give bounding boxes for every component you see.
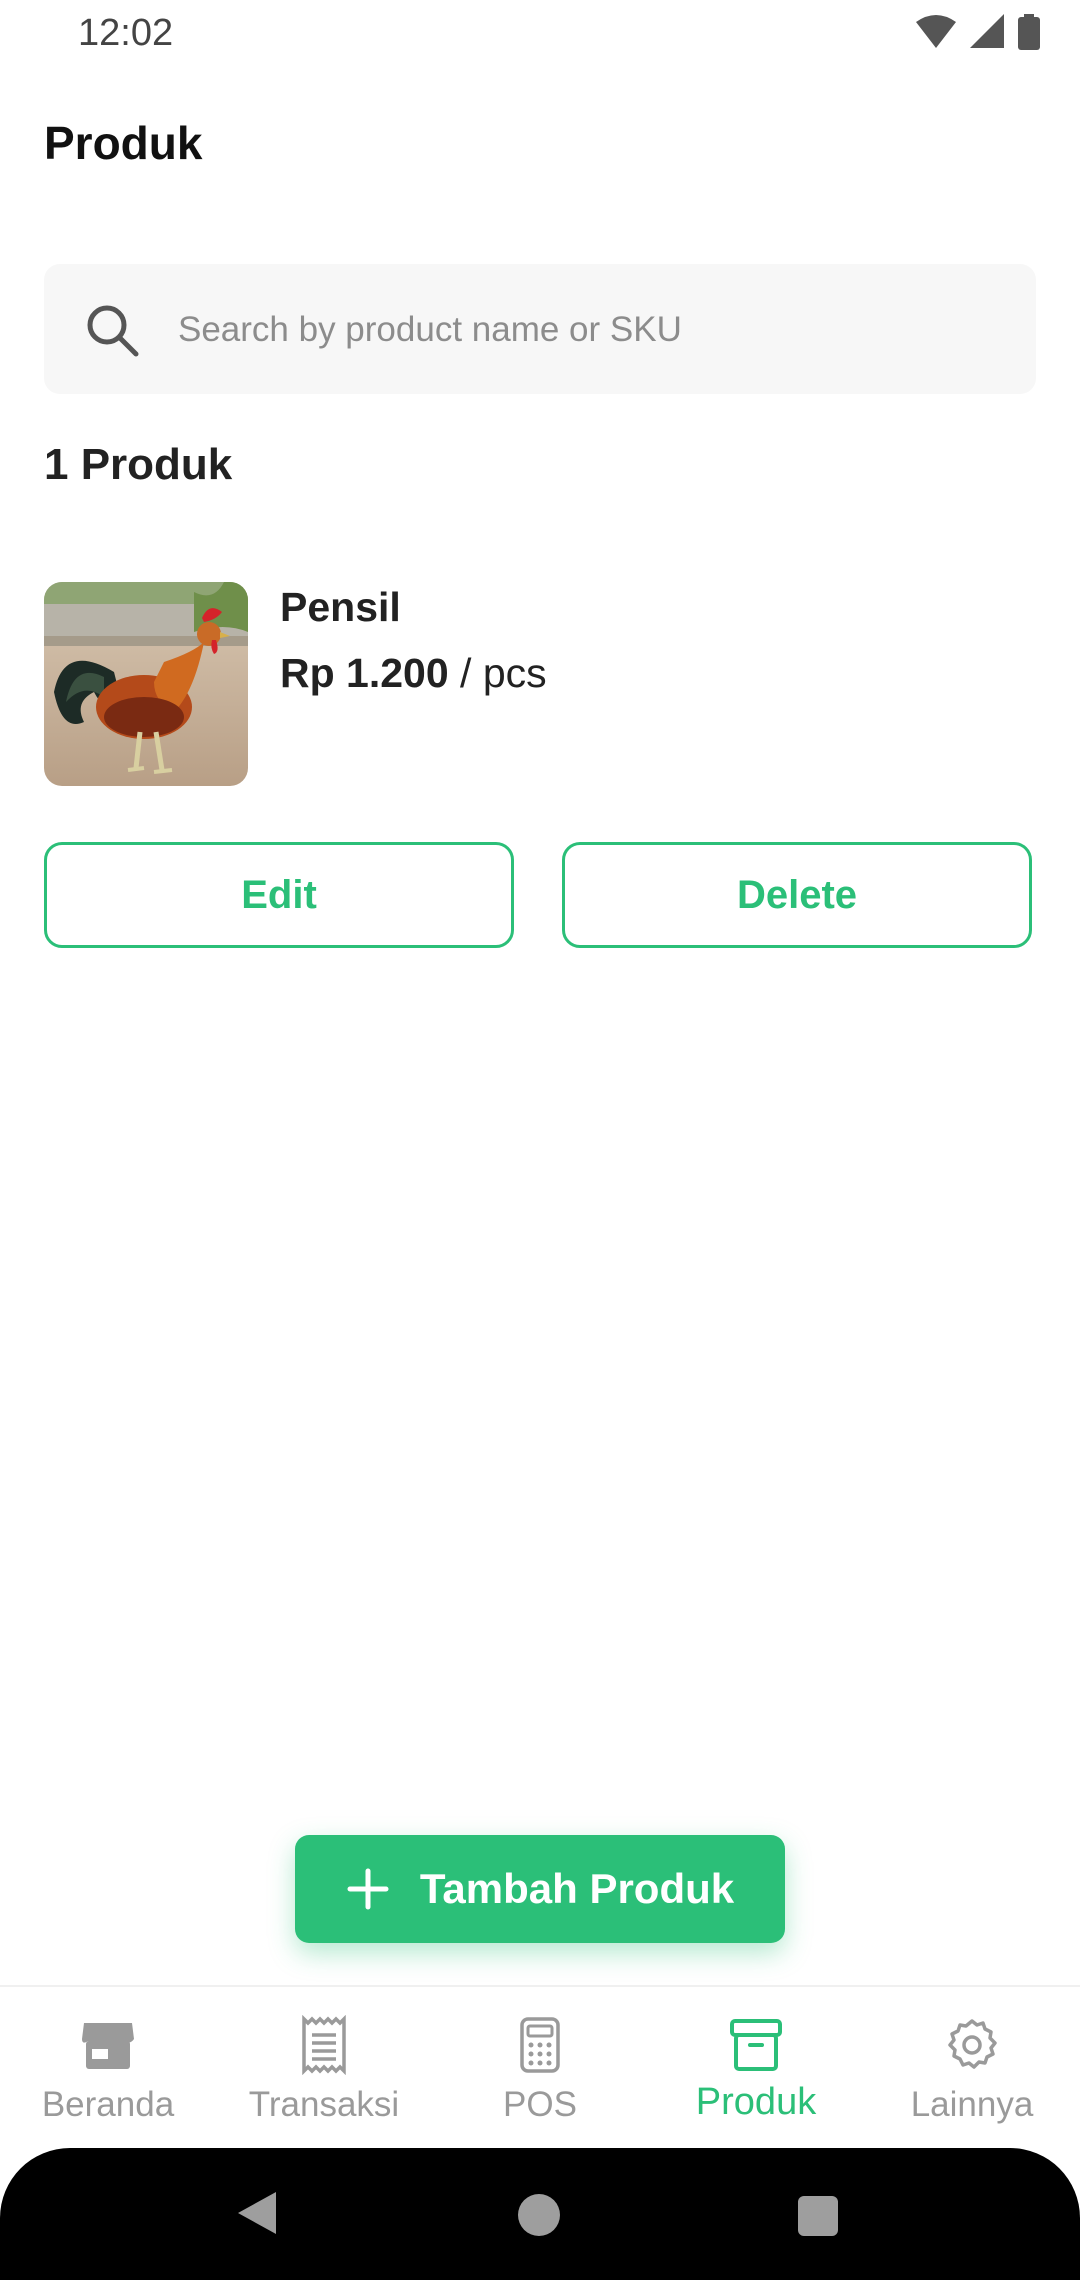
page-title: Produk [44,117,203,169]
nav-item-transaksi[interactable]: Transaksi [216,1987,432,2150]
back-icon[interactable] [234,2188,280,2238]
nav-label: POS [503,2085,577,2124]
nav-label: Lainnya [910,2085,1034,2124]
status-time: 12:02 [78,12,174,54]
add-product-label: Tambah Produk [419,1865,735,1912]
nav-item-pos[interactable]: POS [432,1987,648,2150]
nav-item-beranda[interactable]: Beranda [0,1987,216,2150]
screen: 12:02 Produk 1 Produk [0,0,1080,2280]
price-value: Rp 1.200 [280,650,449,696]
calculator-icon [520,2017,560,2073]
product-price: Rp 1.200 / pcs [280,650,547,697]
receipt-icon [302,2015,346,2075]
nav-item-produk[interactable]: Produk [648,1987,864,2150]
nav-label: Beranda [41,2085,175,2124]
price-unit: / pcs [448,650,547,696]
store-icon [82,2023,134,2069]
add-product-button[interactable]: Tambah Produk [295,1835,785,1943]
rooster-image [44,582,248,786]
product-image[interactable] [44,582,248,786]
home-icon[interactable] [518,2194,560,2236]
plus-icon [347,1868,389,1910]
cellular-signal-icon [970,14,1004,48]
status-bar: 12:02 [0,0,1080,70]
wifi-icon [916,15,956,48]
product-name: Pensil [280,584,401,630]
delete-button[interactable]: Delete [562,842,1032,948]
system-nav-bar [0,2148,1080,2280]
nav-label: Produk [695,2081,817,2123]
nav-label: Transaksi [248,2085,400,2124]
product-count: 1 Produk [44,440,233,489]
bottom-nav: Beranda Transaksi POS Produk Lainnya [0,1985,1080,2150]
search-input[interactable] [176,264,1000,396]
battery-icon [1018,14,1040,50]
nav-item-lainnya[interactable]: Lainnya [864,1987,1080,2150]
search-box[interactable] [44,264,1036,396]
archive-box-icon [730,2019,782,2071]
gear-icon [948,2019,997,2069]
status-icons [916,14,1040,50]
search-icon [87,305,139,357]
recents-icon[interactable] [798,2196,838,2236]
edit-button[interactable]: Edit [44,842,514,948]
